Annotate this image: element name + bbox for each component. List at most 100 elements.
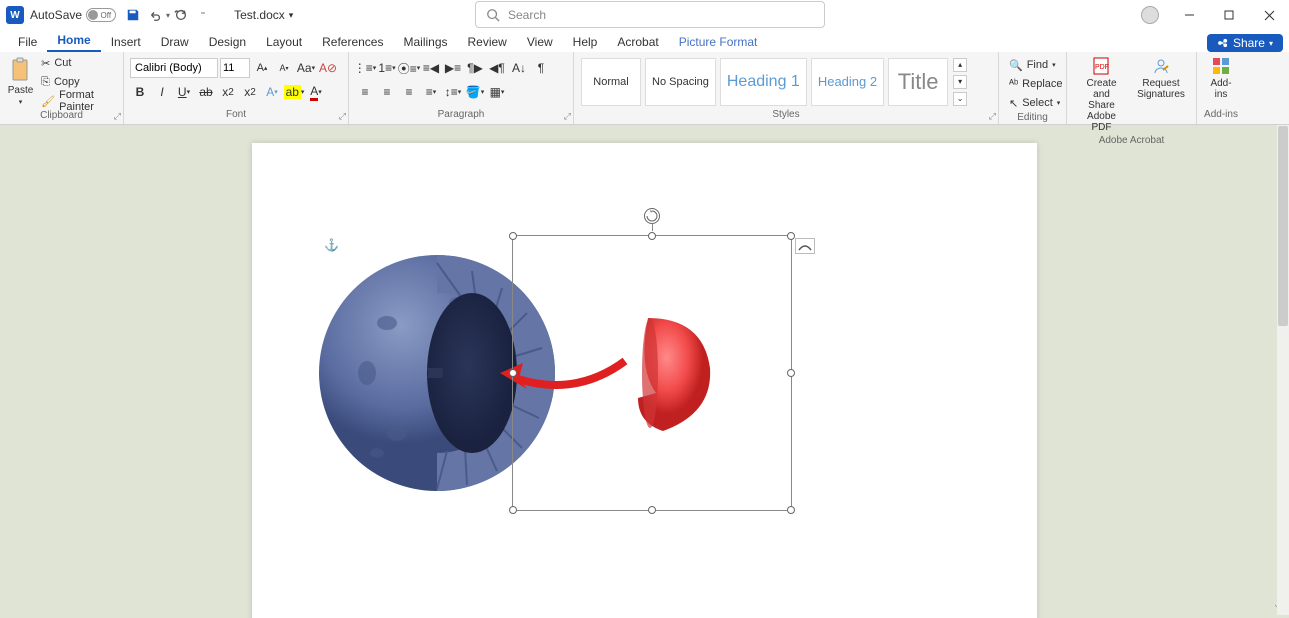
qat-customize-button[interactable]: ⁼ xyxy=(192,4,214,26)
chevron-down-icon: ▾ xyxy=(1269,39,1273,48)
styles-more-icon[interactable]: ⌄ xyxy=(953,92,967,106)
search-input[interactable]: Search xyxy=(475,1,825,28)
close-button[interactable] xyxy=(1249,0,1289,30)
share-button[interactable]: Share ▾ xyxy=(1207,34,1283,52)
styles-up-icon[interactable]: ▴ xyxy=(953,58,967,72)
autosave-label: AutoSave xyxy=(30,8,82,22)
underline-button[interactable]: U▾ xyxy=(174,82,194,102)
multilevel-button[interactable]: ⦿≡▾ xyxy=(399,58,419,78)
document-area[interactable]: ⚓ xyxy=(0,125,1289,618)
tab-review[interactable]: Review xyxy=(458,32,517,52)
tab-mailings[interactable]: Mailings xyxy=(393,32,457,52)
page[interactable]: ⚓ xyxy=(252,143,1037,618)
font-launcher[interactable]: ⤢ xyxy=(339,111,346,122)
style-normal[interactable]: Normal xyxy=(581,58,641,106)
user-avatar[interactable] xyxy=(1141,6,1159,24)
resize-handle-tm[interactable] xyxy=(648,232,656,240)
clear-format-button[interactable]: A⊘ xyxy=(318,58,338,78)
resize-handle-tl[interactable] xyxy=(509,232,517,240)
justify-button[interactable]: ≡▾ xyxy=(421,82,441,102)
maximize-button[interactable] xyxy=(1209,0,1249,30)
group-label-addins: Add-ins xyxy=(1203,109,1239,122)
styles-launcher[interactable]: ⤢ xyxy=(989,111,996,122)
bullets-button[interactable]: ⋮≡▾ xyxy=(355,58,375,78)
vertical-scrollbar[interactable] xyxy=(1277,125,1289,615)
tab-picture-format[interactable]: Picture Format xyxy=(669,32,768,52)
tab-help[interactable]: Help xyxy=(563,32,608,52)
shading-button[interactable]: 🪣▾ xyxy=(465,82,485,102)
styles-down-icon[interactable]: ▾ xyxy=(953,75,967,89)
scrollbar-thumb[interactable] xyxy=(1278,126,1288,326)
group-acrobat: PDF Create and Share Adobe PDF Request S… xyxy=(1067,52,1197,124)
font-color-button[interactable]: A▾ xyxy=(306,82,326,102)
increase-indent-button[interactable]: ▶≡ xyxy=(443,58,463,78)
show-marks-button[interactable]: ¶ xyxy=(531,58,551,78)
style-heading2[interactable]: Heading 2 xyxy=(811,58,884,106)
tab-acrobat[interactable]: Acrobat xyxy=(607,32,668,52)
tab-references[interactable]: References xyxy=(312,32,393,52)
layout-options-button[interactable] xyxy=(795,238,815,254)
request-signatures-button[interactable]: Request Signatures xyxy=(1132,54,1190,102)
resize-handle-ml[interactable] xyxy=(509,369,517,377)
paragraph-launcher[interactable]: ⤢ xyxy=(564,111,571,122)
replace-button[interactable]: ᴬᵇReplace xyxy=(1005,75,1067,93)
clipboard-launcher[interactable]: ⤢ xyxy=(114,111,121,122)
subscript-button[interactable]: x2 xyxy=(218,82,238,102)
align-left-button[interactable]: ≡ xyxy=(355,82,375,102)
style-title[interactable]: Title xyxy=(888,58,948,106)
change-case-button[interactable]: Aa▾ xyxy=(296,58,316,78)
tab-file[interactable]: File xyxy=(8,32,47,52)
find-button[interactable]: 🔍Find▾ xyxy=(1005,56,1067,74)
tab-layout[interactable]: Layout xyxy=(256,32,312,52)
save-button[interactable] xyxy=(122,4,144,26)
paste-button[interactable]: Paste ▾ xyxy=(6,54,35,109)
tab-insert[interactable]: Insert xyxy=(101,32,151,52)
font-family-select[interactable] xyxy=(130,58,218,78)
format-painter-button[interactable]: 🖌Format Painter xyxy=(37,92,117,110)
autosave-switch[interactable]: Off xyxy=(86,8,116,22)
numbering-button[interactable]: 1≡▾ xyxy=(377,58,397,78)
ltr-button[interactable]: ¶▶ xyxy=(465,58,485,78)
align-center-button[interactable]: ≡ xyxy=(377,82,397,102)
redo-button[interactable] xyxy=(170,4,192,26)
line-spacing-button[interactable]: ↕≡▾ xyxy=(443,82,463,102)
resize-handle-br[interactable] xyxy=(787,506,795,514)
tab-design[interactable]: Design xyxy=(199,32,256,52)
superscript-button[interactable]: x2 xyxy=(240,82,260,102)
autosave-toggle[interactable]: AutoSave Off xyxy=(30,8,116,22)
rtl-button[interactable]: ◀¶ xyxy=(487,58,507,78)
styles-scroll[interactable]: ▴ ▾ ⌄ xyxy=(953,58,967,106)
tab-home[interactable]: Home xyxy=(47,30,100,52)
borders-button[interactable]: ▦▾ xyxy=(487,82,507,102)
style-no-spacing[interactable]: No Spacing xyxy=(645,58,716,106)
create-pdf-button[interactable]: PDF Create and Share Adobe PDF xyxy=(1073,54,1130,135)
strikethrough-button[interactable]: ab xyxy=(196,82,216,102)
resize-handle-bl[interactable] xyxy=(509,506,517,514)
align-right-button[interactable]: ≡ xyxy=(399,82,419,102)
rotate-handle[interactable] xyxy=(644,208,660,224)
decrease-font-button[interactable]: A▾ xyxy=(274,58,294,78)
font-size-select[interactable] xyxy=(220,58,250,78)
cut-button[interactable]: ✂Cut xyxy=(37,54,117,72)
document-title[interactable]: Test.docx ▾ xyxy=(234,8,293,22)
group-editing: 🔍Find▾ ᴬᵇReplace ↖Select▾ Editing xyxy=(999,52,1067,124)
style-heading1[interactable]: Heading 1 xyxy=(720,58,807,106)
increase-font-button[interactable]: A▴ xyxy=(252,58,272,78)
select-button[interactable]: ↖Select▾ xyxy=(1005,94,1067,112)
bold-button[interactable]: B xyxy=(130,82,150,102)
italic-button[interactable]: I xyxy=(152,82,172,102)
search-icon: 🔍 xyxy=(1009,59,1023,72)
undo-button[interactable] xyxy=(144,4,166,26)
tab-view[interactable]: View xyxy=(517,32,563,52)
sort-button[interactable]: A↓ xyxy=(509,58,529,78)
resize-handle-bm[interactable] xyxy=(648,506,656,514)
decrease-indent-button[interactable]: ≡◀ xyxy=(421,58,441,78)
selection-frame[interactable] xyxy=(512,235,792,511)
resize-handle-mr[interactable] xyxy=(787,369,795,377)
tab-draw[interactable]: Draw xyxy=(151,32,199,52)
highlight-button[interactable]: ab▾ xyxy=(284,82,304,102)
minimize-button[interactable] xyxy=(1169,0,1209,30)
resize-handle-tr[interactable] xyxy=(787,232,795,240)
addins-button[interactable]: Add-ins xyxy=(1203,54,1239,102)
text-effects-button[interactable]: A▾ xyxy=(262,82,282,102)
